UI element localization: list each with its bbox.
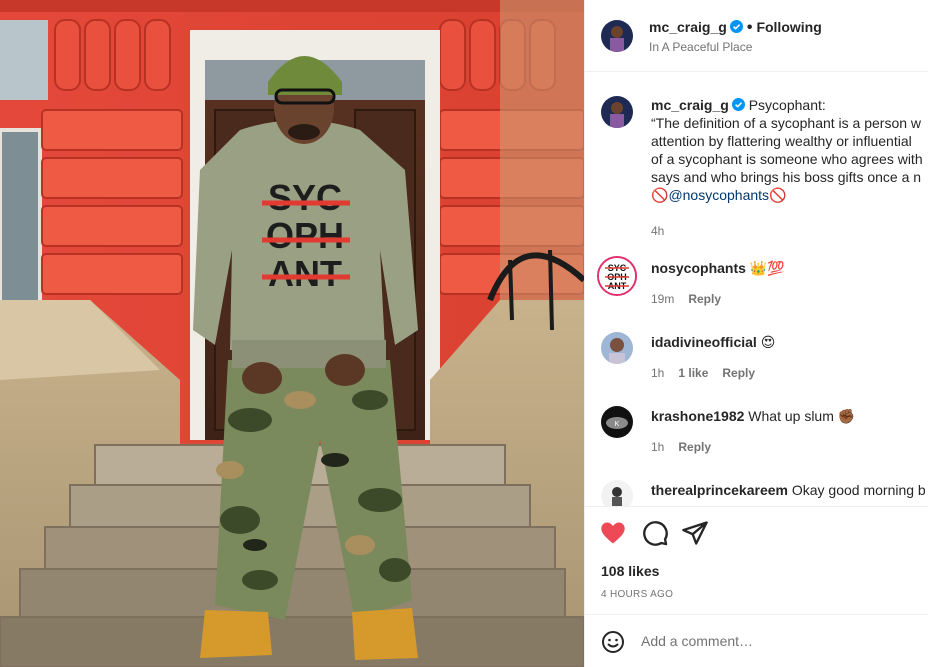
reply-button[interactable]: Reply (722, 366, 755, 380)
caption-line: says and who brings his boss gifts once … (651, 169, 922, 185)
comment-item: therealprincekareem Okay good morning b (601, 478, 928, 506)
comment-avatar[interactable] (601, 332, 633, 364)
comment-username[interactable]: idadivineofficial (651, 334, 757, 350)
no-entry-emoji: 🚫 (769, 187, 787, 203)
comment-text: 😍 (760, 334, 776, 350)
shirt-text-line-3: ANT (268, 253, 342, 294)
post-side-panel: mc_craig_g • Following In A Peaceful Place… (584, 0, 928, 667)
author-avatar[interactable] (601, 20, 633, 52)
caption-text: mc_craig_g Psycophant: “The definition o… (651, 96, 928, 240)
verified-badge-icon (731, 98, 745, 111)
reply-button[interactable]: Reply (678, 440, 711, 454)
comment-username[interactable]: nosycophants (651, 260, 746, 276)
verified-badge-icon (729, 20, 743, 33)
heart-filled-icon[interactable] (599, 519, 627, 547)
caption-line: attention by flattering wealthy or influ… (651, 133, 912, 149)
reply-button[interactable]: Reply (688, 292, 721, 306)
separator-dot: • (746, 19, 753, 36)
caption-line: of a sycophant is someone who agrees wit… (651, 151, 923, 167)
no-entry-emoji: 🚫 (651, 187, 669, 203)
caption-line: Psycophant: (748, 97, 826, 113)
post-photo[interactable]: SYC OPH ANT (0, 0, 584, 667)
comment-username[interactable]: therealprincekareem (651, 482, 788, 498)
comment-text: 👑💯 (749, 260, 785, 276)
comment-bubble-icon[interactable] (641, 519, 669, 547)
post-actions: 108 likes 4 HOURS AGO (585, 506, 928, 614)
following-button[interactable]: Following (756, 19, 821, 35)
shirt-text-line-1: SYC (268, 177, 342, 218)
add-comment-input[interactable] (641, 629, 901, 653)
comment-text: What up slum ✊🏾 (748, 408, 856, 424)
post-header: mc_craig_g • Following In A Peaceful Place (585, 0, 928, 72)
comment-username[interactable]: krashone1982 (651, 408, 744, 424)
paper-plane-icon[interactable] (681, 519, 709, 547)
post-timestamp[interactable]: 4 HOURS AGO (601, 589, 673, 600)
shirt-text-line-2: OPH (266, 215, 344, 256)
comment-avatar[interactable] (601, 480, 633, 506)
caption-time[interactable]: 4h (651, 222, 928, 240)
comment-likes[interactable]: 1 like (678, 366, 708, 380)
comment-time[interactable]: 19m (651, 292, 674, 306)
add-comment-bar (585, 614, 928, 667)
comment-text: Okay good morning b (791, 482, 926, 498)
like-count[interactable]: 108 likes (601, 563, 659, 579)
post-photo-illustration: SYC OPH ANT (0, 0, 584, 667)
caption-author-avatar[interactable] (601, 96, 633, 128)
author-username[interactable]: mc_craig_g (649, 19, 727, 35)
caption-author-username[interactable]: mc_craig_g (651, 97, 729, 113)
smiley-icon[interactable] (601, 630, 625, 654)
comment-time[interactable]: 1h (651, 440, 664, 454)
comment-time[interactable]: 1h (651, 366, 664, 380)
post-location[interactable]: In A Peaceful Place (649, 40, 752, 54)
comment-avatar[interactable]: SYC OPH ANT (597, 256, 637, 296)
svg-text:K: K (615, 421, 620, 428)
mention-link[interactable]: @nosycophants (668, 187, 769, 203)
caption-line: “The definition of a sycophant is a pers… (651, 115, 922, 131)
comment-avatar[interactable]: K (601, 406, 633, 438)
